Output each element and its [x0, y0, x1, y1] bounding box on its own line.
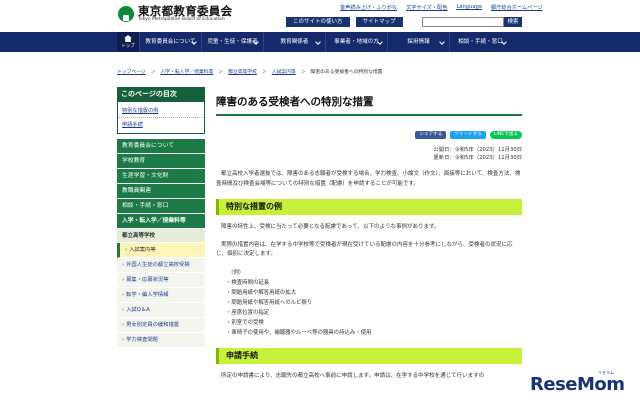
global-nav: トップ 教育委員会について 児童・生徒・保護者 教育関係者 事業者・地域の方 採… [0, 32, 640, 52]
toc-item-application[interactable]: 申請手続 [118, 118, 204, 131]
share-buttons: シェアする ツイートする LINEで送る [216, 131, 522, 139]
breadcrumb-top[interactable]: トップページ [117, 68, 146, 75]
examples-paragraph-2: 実際の措置内容は、在学する中学校等で受検者が現在受けている配慮の内容を十分参考に… [216, 241, 513, 258]
resemom-watermark: ReseMom [530, 374, 625, 395]
nav-home[interactable]: トップ [117, 32, 139, 52]
breadcrumb-separator: ＞ [300, 70, 306, 75]
arrow-icon: › [122, 322, 125, 328]
page-title: 障害のある受検者への特別な措置 [216, 88, 522, 116]
site-logo[interactable]: 東京都教育委員会 Tokyo Metropolitan Board of Edu… [118, 5, 232, 23]
side-nav: 教育委員会について 学校教育 生涯学習・文化財 教職員関連 相談・手続・窓口 入… [117, 139, 205, 348]
breadcrumb-exam-info[interactable]: 入試案内等 [272, 68, 296, 75]
sidebar: このページの目次 特別な措置の例 申請手続 教育委員会について 学校教育 生涯学… [117, 87, 205, 348]
list-item: 問題用紙や解答用紙の拡大 [226, 288, 522, 298]
sidebar-item-consultation[interactable]: 相談・手続・窓口 [117, 199, 205, 214]
main-content: 障害のある受検者への特別な措置 シェアする ツイートする LINEで送る 公開日… [216, 88, 522, 381]
toplink-language[interactable]: Language [456, 4, 482, 11]
breadcrumb-admission[interactable]: 入学・転入学／授業料等 [161, 68, 214, 75]
section-heading-examples: 特別な措置の例 [216, 199, 522, 215]
examples-paragraph-1: 障害の特性上、受検に当たって必要となる配慮であって、以下のような事例があります。 [221, 224, 440, 230]
section-heading-application: 申請手続 [216, 347, 522, 364]
sidebar-subitem-foreign-students[interactable]: › 外国人生徒の都立高校受検 [117, 258, 205, 273]
sidebar-subitem-faq[interactable]: › 入試Q＆A [117, 303, 205, 318]
facebook-share-button[interactable]: シェアする [415, 131, 447, 139]
list-item: 別室での受検 [226, 318, 522, 328]
arrow-icon: › [122, 292, 125, 298]
toplink-font-color[interactable]: 文字サイズ・配色 [406, 4, 447, 11]
breadcrumb-separator: ＞ [150, 70, 156, 75]
breadcrumb-separator: ＞ [261, 70, 267, 75]
arrow-icon: › [122, 307, 125, 313]
sidebar-subitem-label: 転学・編入学情報 [126, 292, 169, 298]
dates: 公開日：令和5年（2023）11月30日 更新日：令和5年（2023）11月30… [216, 146, 522, 162]
sidebar-subitem-gender-quota[interactable]: › 男女別定員の緩和措置 [117, 318, 205, 333]
sidebar-subitem-label: 男女別定員の緩和措置 [126, 322, 180, 328]
breadcrumb-high-school[interactable]: 都立高等学校 [228, 68, 257, 75]
logo-title: 東京都教育委員会 [138, 4, 233, 18]
updated-date: 更新日：令和5年（2023）11月30日 [433, 155, 522, 161]
site-header: 東京都教育委員会 Tokyo Metropolitan Board of Edu… [0, 0, 640, 32]
nav-item-recruitment[interactable]: 採用情報 [387, 32, 449, 52]
search-input[interactable] [422, 17, 504, 27]
sidebar-subitem-label: 入試Q＆A [126, 307, 150, 313]
arrow-icon: › [122, 262, 125, 268]
arrow-icon: › [122, 277, 125, 283]
toplink-voice[interactable]: 音声読み上げ・ふりがな [340, 4, 397, 11]
sidebar-subitem-label: 入試案内等 [129, 247, 156, 253]
list-item: 検査時間の延長 [226, 278, 522, 288]
breadcrumb-separator: ＞ [218, 70, 224, 75]
nav-item-students[interactable]: 児童・生徒・保護者 [201, 32, 263, 52]
toc-title: このページの目次 [117, 87, 205, 101]
sidebar-item-staff[interactable]: 教職員関連 [117, 184, 205, 199]
list-item: 車椅子の使用や、補聴器やルーペ等の器具の持込み・使用 [226, 328, 522, 338]
toc-list: 特別な措置の例 申請手続 [117, 101, 205, 134]
logo-mark-icon [118, 6, 134, 22]
examples-label: （例） [228, 269, 245, 276]
application-paragraph: 所定の申請書により、志願先の都立高校へ事前に申請します。申請は、在学する中学校を… [221, 372, 485, 379]
nav-home-label: トップ [121, 44, 135, 49]
sidebar-item-board[interactable]: 教育委員会について [117, 139, 205, 154]
sidebar-subitem-label: 学力検査問題 [126, 337, 158, 343]
sitemap-button[interactable]: サイトマップ [355, 17, 403, 27]
breadcrumb-current: 障害のある受検者への特別な措置 [310, 70, 383, 75]
nav-item-educators[interactable]: 教育関係者 [263, 32, 325, 52]
breadcrumb: トップページ ＞ 入学・転入学／授業料等 ＞ 都立高等学校 ＞ 入試案内等 ＞ 障害のあ… [117, 68, 382, 75]
nav-item-consultation[interactable]: 相談・手続・窓口 [449, 32, 511, 52]
toplink-metro-home[interactable]: 都庁総合ホームページ [491, 4, 543, 11]
sidebar-subitem-label: 募集・応募状況等 [126, 277, 169, 283]
sidebar-subitem-exam-questions[interactable]: › 学力検査問題 [117, 333, 205, 348]
sidebar-subitem-label: 外国人生徒の都立高校受検 [126, 262, 190, 268]
examples-list: （例） 検査時間の延長 問題用紙や解答用紙の拡大 問題用紙や解答用紙へのルビ振り… [216, 268, 522, 338]
logo-subtitle: Tokyo Metropolitan Board of Education [138, 17, 225, 22]
sidebar-subitem-applications[interactable]: › 募集・応募状況等 [117, 273, 205, 288]
published-date: 公開日：令和5年（2023）11月30日 [433, 147, 522, 153]
sidebar-subitem-transfer[interactable]: › 転学・編入学情報 [117, 288, 205, 303]
intro-text: 都立高校入学者選抜では、障害のある志願者が受検する場合、学力検査、小論文（作文）… [216, 171, 521, 187]
search-button[interactable]: 検索 [504, 17, 522, 27]
sidebar-item-admission[interactable]: 入学・転入学／授業料等 [117, 214, 205, 229]
sidebar-subitem-exam-info[interactable]: › 入試案内等 [117, 243, 205, 258]
sidebar-item-school-education[interactable]: 学校教育 [117, 154, 205, 169]
sidebar-subsection-title[interactable]: 都立高等学校 [117, 229, 205, 243]
resemom-watermark-sub: リセマム [598, 370, 614, 375]
list-item: 座席位置の指定 [226, 308, 522, 318]
nav-item-board[interactable]: 教育委員会について [139, 32, 201, 52]
top-links: 音声読み上げ・ふりがな 文字サイズ・配色 Language 都庁総合ホームページ [340, 4, 543, 11]
line-share-button[interactable]: LINEで送る [489, 131, 522, 139]
list-item: 問題用紙や解答用紙へのルビ振り [226, 298, 522, 308]
how-to-use-button[interactable]: このサイトの使い方 [286, 17, 350, 27]
arrow-icon: › [125, 247, 128, 253]
arrow-icon: › [122, 337, 125, 343]
home-icon [124, 35, 132, 42]
twitter-share-button[interactable]: ツイートする [450, 131, 486, 139]
nav-item-businesses[interactable]: 事業者・地域の方 [325, 32, 387, 52]
toc-item-examples[interactable]: 特別な措置の例 [118, 104, 204, 118]
sidebar-item-lifelong-learning[interactable]: 生涯学習・文化財 [117, 169, 205, 184]
header-buttons: このサイトの使い方 サイトマップ [286, 17, 403, 27]
